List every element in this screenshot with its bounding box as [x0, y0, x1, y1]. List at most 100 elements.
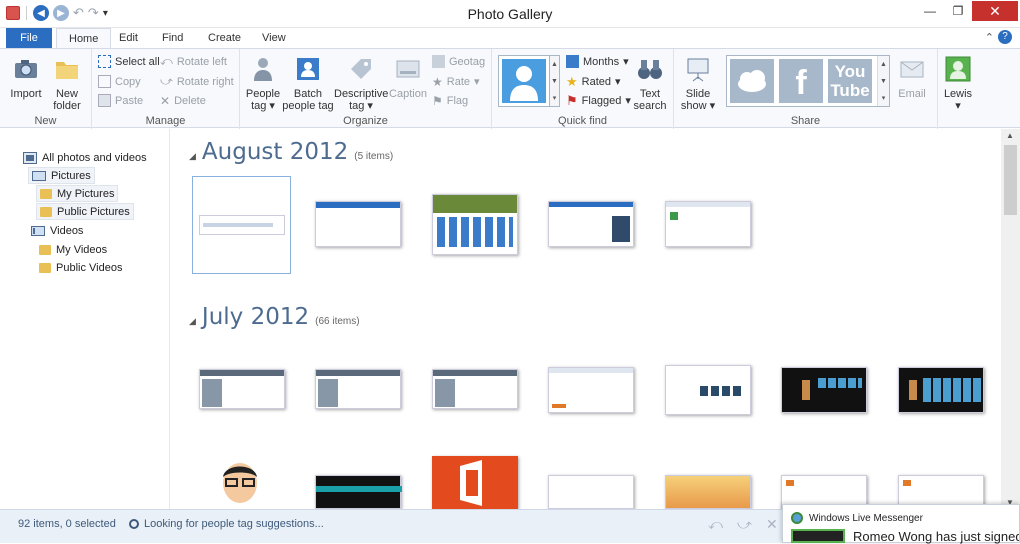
thumbnail[interactable]: [665, 475, 751, 509]
delete-icon[interactable]: ✕: [766, 516, 778, 533]
thumbnail[interactable]: [209, 457, 271, 509]
tab-home[interactable]: Home: [56, 28, 112, 48]
thumbnail[interactable]: [781, 367, 867, 413]
thumbnail[interactable]: [665, 201, 751, 247]
thumbnail[interactable]: [432, 194, 518, 255]
pictures-icon: [32, 170, 46, 181]
cloud-icon: [738, 70, 766, 92]
share-gallery-scroll[interactable]: ▲ ▼ ▾: [877, 56, 889, 106]
cartoon-avatar-image: [223, 463, 257, 503]
thumbnail-image: [199, 215, 285, 235]
navigation-pane: All photos and videos Pictures My Pictur…: [0, 129, 170, 509]
thumbnail[interactable]: [665, 365, 751, 415]
descriptive-tag-button[interactable]: Descriptive tag ▾: [334, 55, 388, 112]
share-gallery: f You Tube ▲ ▼ ▾: [726, 55, 890, 107]
collapse-group-icon[interactable]: ◢: [189, 316, 196, 327]
thumbnail[interactable]: [548, 475, 634, 509]
contact-avatar: [791, 529, 845, 543]
tab-create[interactable]: Create: [196, 28, 253, 48]
thumbnail[interactable]: [548, 201, 634, 247]
thumbnail-selected[interactable]: [192, 176, 291, 274]
text-search-button[interactable]: Text search: [630, 55, 670, 112]
batch-people-tag-button[interactable]: Batch people tag: [282, 55, 334, 112]
clock-icon: [129, 519, 139, 529]
minimize-button[interactable]: —: [916, 1, 944, 21]
nav-public-videos[interactable]: Public Videos: [36, 259, 125, 276]
thumbnail[interactable]: [548, 367, 634, 413]
title-bar: ◀ ▶ ↶ ↷ ▾ Photo Gallery — ❐ ✕: [0, 0, 1020, 28]
group-header-july-2012[interactable]: ◢ July 2012 (66 items): [189, 304, 360, 330]
nav-public-pictures[interactable]: Public Pictures: [36, 203, 134, 220]
thumbnail[interactable]: [432, 369, 518, 409]
tag-icon: [351, 59, 371, 79]
group-manage: Select all Copy Paste ⤺ Rotate left ⤻ Rota…: [92, 49, 240, 129]
scrollbar-thumb[interactable]: [1004, 145, 1017, 215]
import-button[interactable]: Import: [6, 55, 46, 100]
thumbnail[interactable]: [315, 201, 401, 247]
window-title: Photo Gallery: [467, 6, 553, 22]
flag-button[interactable]: ⚑ Flag: [432, 92, 468, 109]
slide-show-button[interactable]: Slide show ▾: [678, 55, 718, 112]
user-account-button[interactable]: Lewis ▾: [940, 55, 976, 112]
email-button[interactable]: Email: [892, 55, 932, 100]
rotate-right-icon: ⤻: [160, 74, 173, 88]
collapse-ribbon-icon[interactable]: ⌃: [985, 31, 994, 44]
paste-button[interactable]: Paste: [98, 92, 143, 109]
person-tile[interactable]: [502, 59, 546, 103]
rotate-left-icon[interactable]: ⤺: [708, 516, 723, 533]
months-button[interactable]: Months ▾: [566, 53, 629, 70]
messenger-notification[interactable]: Windows Live Messenger Romeo Wong has ju…: [782, 504, 1020, 544]
person-icon: [510, 66, 538, 101]
close-button[interactable]: ✕: [972, 1, 1018, 21]
thumbnail[interactable]: [315, 369, 401, 409]
scroll-up-icon[interactable]: ▲: [1006, 131, 1014, 140]
group-label-share: Share: [790, 115, 821, 127]
rotate-left-button[interactable]: ⤺ Rotate left: [160, 53, 227, 70]
thumbnail[interactable]: [315, 475, 402, 509]
people-tag-button[interactable]: People tag ▾: [244, 55, 282, 112]
thumbnail[interactable]: [898, 367, 984, 413]
star-icon: ★: [566, 73, 578, 89]
thumbnail[interactable]: [432, 456, 518, 509]
facebook-tile[interactable]: f: [779, 59, 823, 103]
youtube-tile[interactable]: You Tube: [828, 59, 872, 103]
nav-videos[interactable]: Videos: [28, 222, 86, 239]
geotag-button[interactable]: Geotag: [432, 53, 485, 70]
new-folder-button[interactable]: New folder: [48, 55, 86, 112]
select-all-button[interactable]: Select all: [98, 53, 160, 70]
collapse-group-icon[interactable]: ◢: [189, 151, 196, 162]
group-quick-find: ▲ ▼ ▾ Months ▾ ★ Rated ▾ ⚑ Flagged ▾ Text searc…: [492, 49, 674, 129]
maximize-button[interactable]: ❐: [944, 1, 972, 21]
delete-button[interactable]: ✕ Delete: [160, 92, 206, 109]
flagged-button[interactable]: ⚑ Flagged ▾: [566, 92, 631, 109]
ribbon: Import New folder New Select all Copy Pa…: [0, 48, 1020, 129]
rate-button[interactable]: ★ Rate ▾: [432, 73, 480, 90]
help-icon[interactable]: ?: [998, 30, 1012, 44]
slideshow-icon: [687, 58, 709, 82]
group-header-august-2012[interactable]: ◢ August 2012 (5 items): [189, 139, 393, 165]
geotag-icon: [432, 55, 445, 68]
vertical-scrollbar[interactable]: ▲ ▼: [1001, 129, 1020, 509]
rated-button[interactable]: ★ Rated ▾: [566, 73, 621, 90]
copy-icon: [98, 75, 111, 88]
thumbnail[interactable]: [199, 369, 285, 409]
nav-all-photos-videos[interactable]: All photos and videos: [20, 149, 150, 166]
tab-find[interactable]: Find: [150, 28, 195, 48]
rotate-right-button[interactable]: ⤻ Rotate right: [160, 73, 234, 90]
tab-edit[interactable]: Edit: [107, 28, 150, 48]
nav-my-pictures[interactable]: My Pictures: [36, 185, 119, 202]
nav-my-videos[interactable]: My Videos: [36, 241, 110, 258]
nav-pictures[interactable]: Pictures: [28, 167, 95, 184]
people-gallery[interactable]: [498, 55, 550, 107]
tab-file[interactable]: File: [6, 28, 52, 48]
caption-button[interactable]: Caption: [388, 55, 428, 100]
email-icon: [900, 61, 924, 78]
tab-view[interactable]: View: [250, 28, 298, 48]
binoculars-icon: [638, 60, 662, 79]
gallery-scroll[interactable]: ▲ ▼ ▾: [550, 55, 560, 107]
item-count: 92 items, 0 selected: [18, 518, 116, 530]
folder-icon: [40, 206, 52, 217]
onedrive-tile[interactable]: [730, 59, 774, 103]
copy-button[interactable]: Copy: [98, 73, 141, 90]
rotate-right-icon[interactable]: ⤻: [737, 516, 752, 533]
